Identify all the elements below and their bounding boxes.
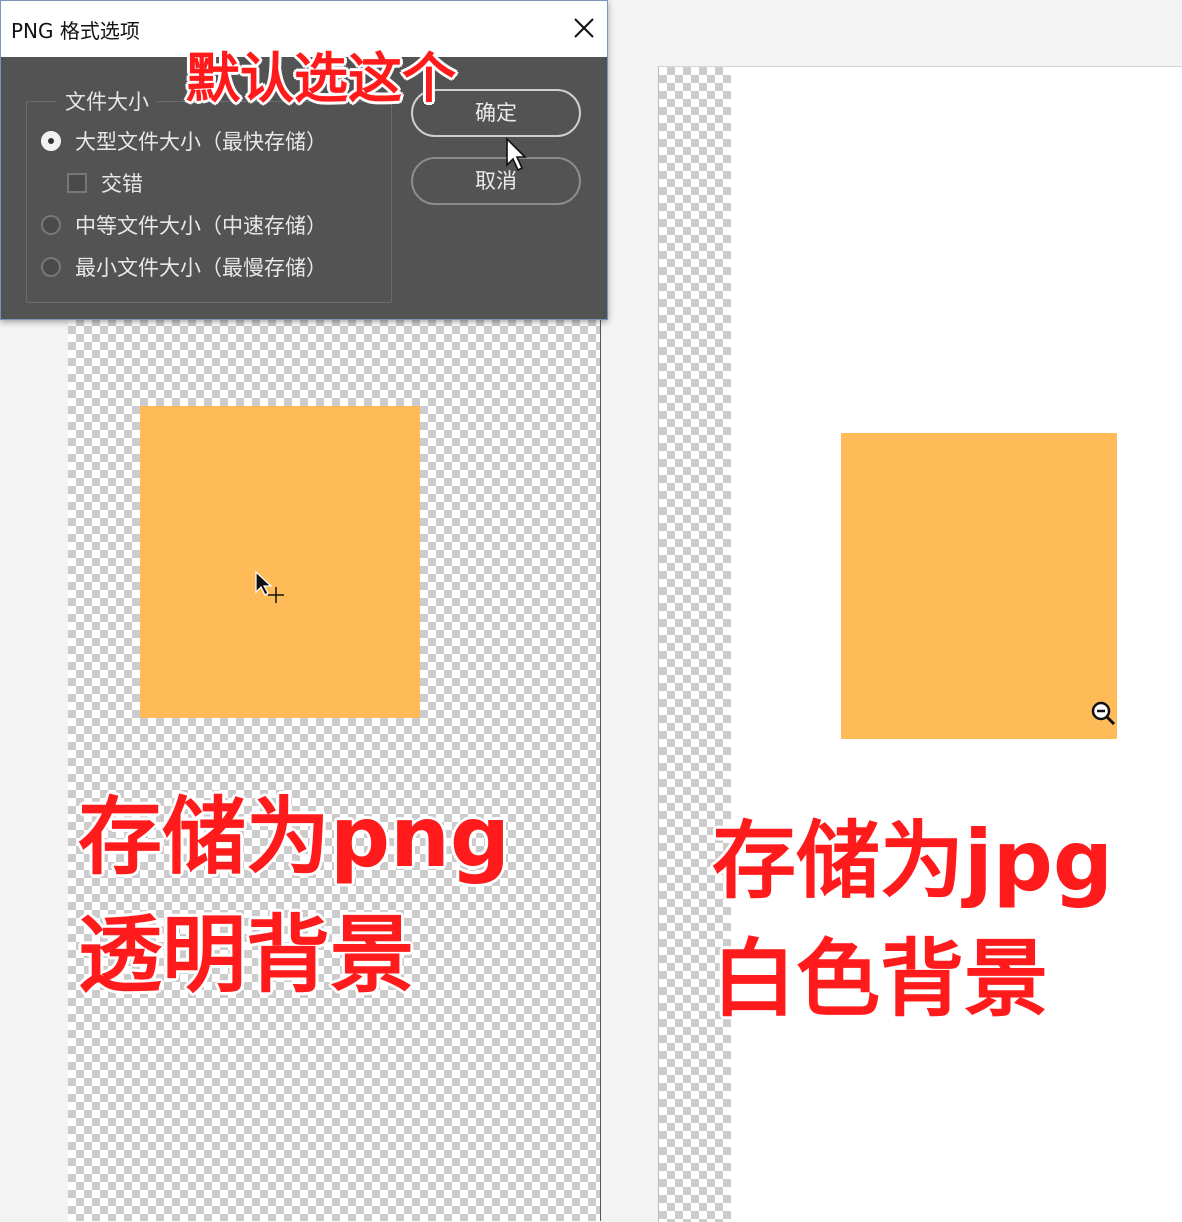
annotation-transparent-background: 透明背景: [78, 906, 415, 1004]
png-orange-square: [140, 406, 420, 718]
option-interlaced[interactable]: 交错: [67, 168, 143, 198]
annotation-default-choice: 默认选这个: [186, 47, 456, 110]
jpg-document-canvas[interactable]: [658, 66, 1182, 1222]
zoom-out-cursor-icon: [1091, 701, 1116, 726]
option-medium-file-size[interactable]: 中等文件大小（中速存储）: [41, 210, 327, 240]
option-smallest-label: 最小文件大小（最慢存储）: [75, 256, 327, 280]
arrow-cursor-icon: [506, 137, 527, 172]
option-interlaced-label: 交错: [101, 172, 143, 196]
move-cursor-icon: [255, 570, 284, 603]
transparent-strip: [659, 67, 731, 1222]
option-large-file-size[interactable]: 大型文件大小（最快存储）: [41, 126, 327, 156]
radio-medium[interactable]: [41, 215, 61, 235]
close-icon[interactable]: [567, 11, 601, 45]
jpg-orange-square: [841, 433, 1117, 739]
option-large-label: 大型文件大小（最快存储）: [75, 130, 327, 154]
dialog-title: PNG 格式选项: [11, 19, 140, 43]
option-smallest-file-size[interactable]: 最小文件大小（最慢存储）: [41, 252, 327, 282]
cancel-button[interactable]: 取消: [411, 157, 581, 205]
radio-large-selected[interactable]: [41, 131, 61, 151]
option-medium-label: 中等文件大小（中速存储）: [75, 214, 327, 238]
annotation-save-as-jpg: 存储为jpg: [712, 812, 1114, 910]
checkbox-interlaced[interactable]: [67, 173, 87, 193]
annotation-save-as-png: 存储为png: [78, 788, 511, 886]
radio-smallest[interactable]: [41, 257, 61, 277]
file-size-group: 文件大小 大型文件大小（最快存储） 交错 中等文件大小（中速存储） 最小文件大小…: [26, 86, 392, 303]
file-size-group-label: 文件大小: [57, 86, 157, 116]
annotation-white-background: 白色背景: [712, 930, 1049, 1028]
